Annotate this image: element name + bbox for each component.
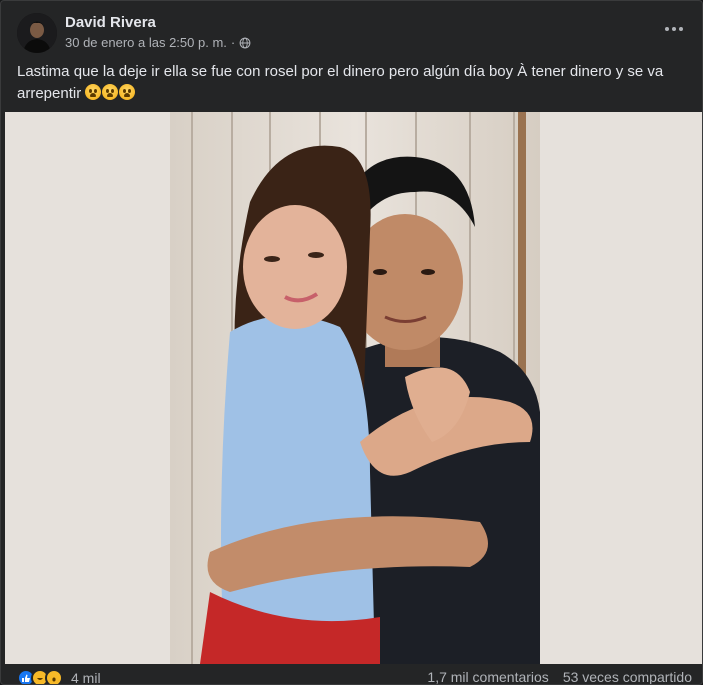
author-avatar[interactable] <box>17 13 57 53</box>
post-header: David Rivera 30 de enero a las 2:50 p. m… <box>1 1 702 57</box>
post-timestamp[interactable]: 30 de enero a las 2:50 p. m. <box>65 35 227 50</box>
post-photo-container[interactable] <box>5 112 702 664</box>
more-options-icon[interactable] <box>662 19 686 39</box>
post-stats: 1,7 mil comentarios 53 veces compartido <box>427 669 692 684</box>
meta-separator: · <box>230 35 236 50</box>
facebook-post: David Rivera 30 de enero a las 2:50 p. m… <box>0 0 703 685</box>
post-footer: 4 mil 1,7 mil comentarios 53 veces compa… <box>1 664 702 684</box>
wow-reaction-icon <box>45 669 63 684</box>
globe-icon[interactable] <box>239 37 251 49</box>
post-meta: 30 de enero a las 2:50 p. m. · <box>65 35 251 50</box>
crying-face-emoji <box>85 84 102 100</box>
crying-face-emoji <box>102 84 119 100</box>
shares-count[interactable]: 53 veces compartido <box>563 669 692 684</box>
author-name[interactable]: David Rivera <box>65 14 156 31</box>
post-photo[interactable] <box>170 112 540 664</box>
reaction-count[interactable]: 4 mil <box>71 670 101 684</box>
comments-count[interactable]: 1,7 mil comentarios <box>427 669 548 684</box>
post-text: Lastima que la deje ir ella se fue con r… <box>17 61 687 105</box>
crying-face-emoji <box>119 84 136 100</box>
reactions-summary[interactable]: 4 mil <box>17 669 101 684</box>
